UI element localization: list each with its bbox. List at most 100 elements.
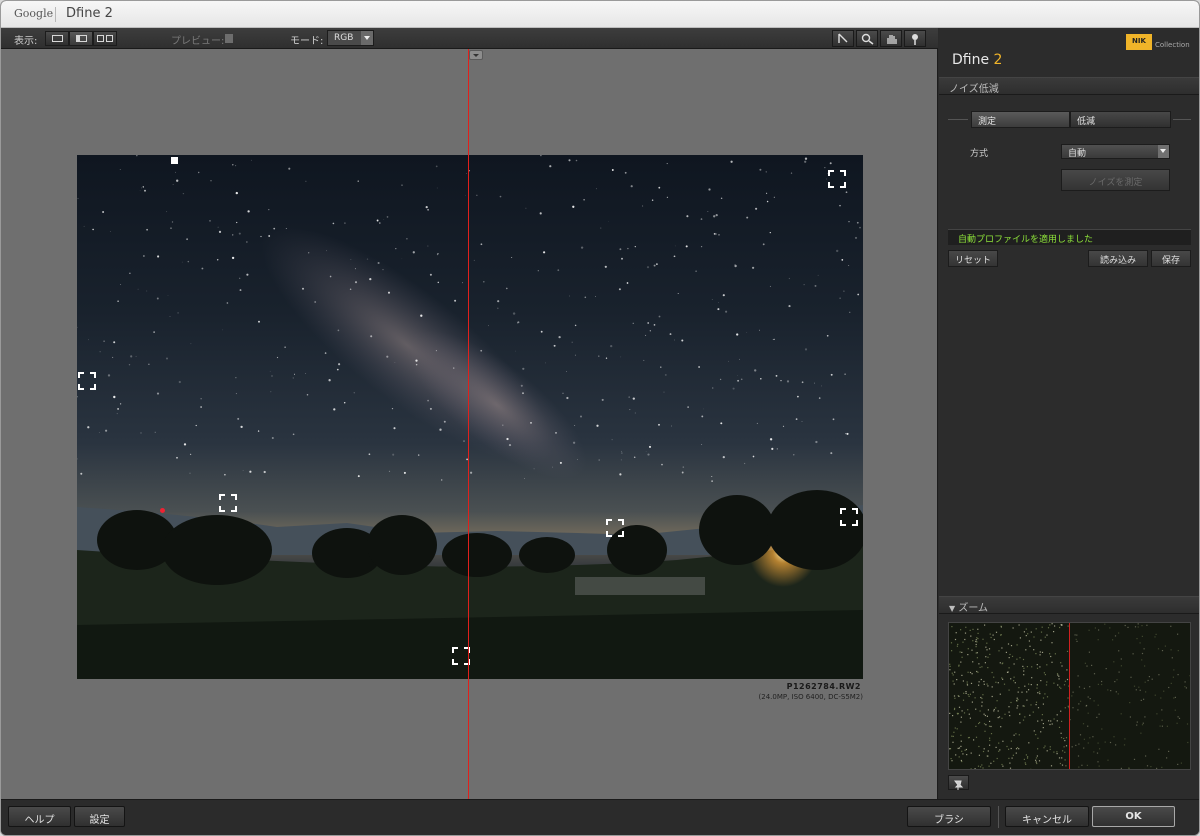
star-dot <box>181 261 183 263</box>
noise-pixel <box>1161 709 1163 711</box>
noise-pixel <box>987 685 989 687</box>
noise-pixel <box>1137 623 1139 625</box>
preview-canvas[interactable]: P1262784.RW2 (24.0MP, ISO 6400, DC-S5M2) <box>1 49 938 799</box>
noise-pixel <box>998 650 1000 652</box>
noise-pixel <box>1132 653 1134 655</box>
zoom-section-header[interactable]: ▼ ズーム <box>939 596 1199 614</box>
star-dot <box>238 232 241 235</box>
noise-pixel <box>1001 717 1003 719</box>
noise-pixel <box>1143 648 1145 650</box>
star-dot <box>292 377 295 379</box>
star-dot <box>630 185 633 188</box>
save-button[interactable]: 保存 <box>1151 250 1191 267</box>
ok-button[interactable]: OK <box>1092 806 1175 827</box>
mode-select[interactable]: RGB <box>327 30 374 46</box>
star-dot <box>715 213 718 217</box>
star-dot <box>177 312 179 314</box>
settings-button[interactable]: 設定 <box>74 806 125 827</box>
star-dot <box>250 159 252 161</box>
noise-reduction-section-header[interactable]: ノイズ低減 <box>939 77 1199 95</box>
load-button[interactable]: 読み込み <box>1088 250 1148 267</box>
tab-divider <box>948 119 968 120</box>
noise-pixel <box>984 662 986 664</box>
star-dot <box>169 316 171 317</box>
hand-tool-button[interactable] <box>880 30 902 47</box>
noise-pixel <box>1030 704 1032 706</box>
noise-pixel <box>1013 734 1015 736</box>
noise-pixel <box>1013 663 1015 665</box>
star-dot <box>814 382 815 384</box>
star-dot <box>470 471 473 474</box>
noise-pixel <box>963 692 965 694</box>
split-preview-line[interactable] <box>468 49 469 799</box>
select-tool-button[interactable] <box>832 30 854 47</box>
star-dot <box>830 452 833 455</box>
noise-pixel <box>993 710 995 712</box>
tab-reduce[interactable]: 低減 <box>1070 111 1171 128</box>
star-dot <box>611 439 613 441</box>
noise-pixel <box>960 740 962 742</box>
pin-zoom-button[interactable] <box>948 775 969 790</box>
star-dot <box>627 247 629 250</box>
noise-pixel <box>981 764 983 766</box>
help-button[interactable]: ヘルプ <box>8 806 71 827</box>
star-dot <box>263 470 266 474</box>
noise-pixel <box>993 760 995 762</box>
noise-pixel <box>1174 696 1176 698</box>
noise-pixel <box>951 735 953 737</box>
control-point-marker[interactable] <box>78 372 96 390</box>
star-dot <box>92 228 94 231</box>
preview-checkbox[interactable] <box>225 34 233 43</box>
noise-pixel <box>1010 678 1012 680</box>
measure-noise-button[interactable]: ノイズを測定 <box>1061 169 1170 191</box>
noise-pixel <box>1107 689 1109 691</box>
control-point-tool-button[interactable] <box>904 30 926 47</box>
zoom-preview[interactable] <box>948 622 1191 770</box>
star-dot <box>557 269 560 272</box>
noise-pixel <box>1078 743 1080 745</box>
star-dot <box>845 433 847 435</box>
reset-button[interactable]: リセット <box>948 250 998 267</box>
noise-pixel <box>984 714 986 717</box>
star-dot <box>273 227 276 230</box>
star-dot <box>703 408 704 410</box>
star-dot <box>172 184 174 185</box>
star-dot <box>369 277 372 281</box>
view-single-button[interactable] <box>45 31 69 46</box>
star-dot <box>611 169 614 171</box>
star-dot <box>135 155 138 157</box>
star-dot <box>306 394 309 396</box>
control-point-marker[interactable] <box>840 508 858 526</box>
brush-button[interactable]: ブラシ <box>907 806 991 827</box>
split-handle[interactable] <box>469 50 483 60</box>
noise-pixel <box>1064 680 1066 682</box>
star-dot <box>846 432 849 435</box>
noise-pixel <box>957 695 959 697</box>
star-dot <box>249 470 252 473</box>
method-select[interactable]: 自動 <box>1061 144 1170 159</box>
star-dot <box>734 264 736 266</box>
noise-pixel <box>1154 694 1156 696</box>
noise-pixel <box>1130 676 1132 678</box>
noise-pixel <box>1008 711 1010 713</box>
noise-pixel <box>949 712 951 714</box>
noise-pixel <box>1075 638 1077 640</box>
view-split-button[interactable] <box>69 31 93 46</box>
noise-pixel <box>1037 720 1039 722</box>
star-dot <box>647 322 650 324</box>
tab-measure[interactable]: 測定 <box>971 111 1070 128</box>
star-dot <box>376 219 379 222</box>
control-point-marker[interactable] <box>828 170 846 188</box>
right-panel: NIK Collection Dfine 2 ノイズ低減 測定 低減 方式 自動… <box>939 28 1199 799</box>
cancel-button[interactable]: キャンセル <box>1005 806 1089 827</box>
control-point-marker[interactable] <box>606 519 624 537</box>
method-select-value: 自動 <box>1068 149 1087 159</box>
control-point-marker[interactable] <box>219 494 237 512</box>
star-dot <box>512 312 516 315</box>
noise-pixel <box>949 748 951 750</box>
view-side-by-side-button[interactable] <box>93 31 117 46</box>
star-dot <box>619 473 622 476</box>
star-dot <box>718 234 720 236</box>
zoom-tool-button[interactable] <box>856 30 878 47</box>
photo-preview[interactable] <box>77 155 863 679</box>
